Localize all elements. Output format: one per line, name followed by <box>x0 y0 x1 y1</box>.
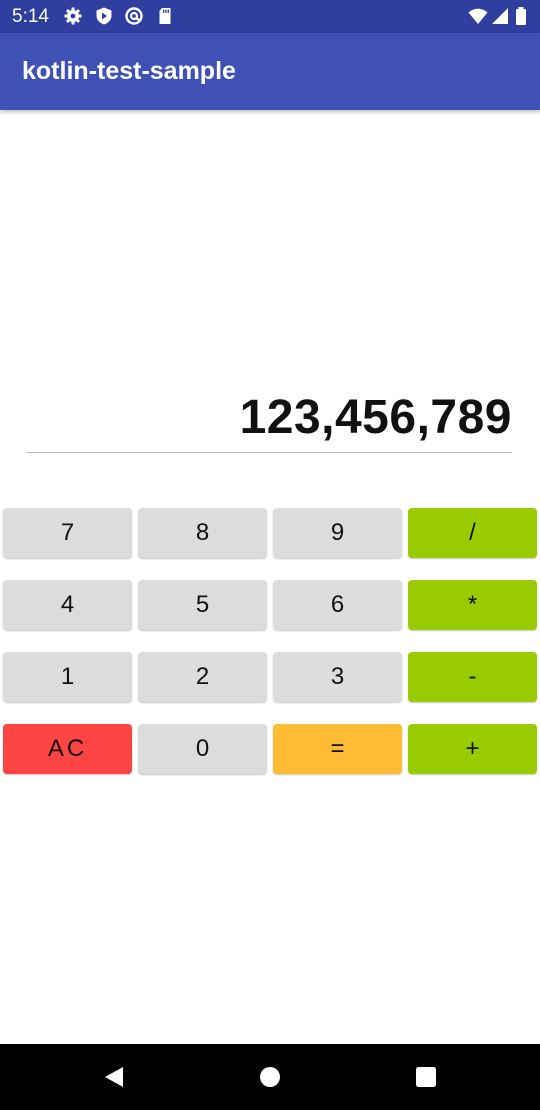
calculator-screen: 5:14 kotlin-test-sample 123,456,789 7 8 … <box>0 0 540 1110</box>
key-9[interactable]: 9 <box>273 508 402 558</box>
key-1[interactable]: 1 <box>3 652 132 702</box>
wifi-icon <box>468 6 488 26</box>
status-time: 5:14 <box>12 6 49 27</box>
app-title: kotlin-test-sample <box>22 57 236 85</box>
home-icon[interactable] <box>257 1064 283 1090</box>
key-4[interactable]: 4 <box>3 580 132 630</box>
key-0[interactable]: 0 <box>138 724 267 774</box>
key-add[interactable]: + <box>408 724 537 774</box>
key-multiply[interactable]: * <box>408 580 537 630</box>
key-clear[interactable]: AC <box>3 724 132 774</box>
key-2[interactable]: 2 <box>138 652 267 702</box>
key-subtract[interactable]: - <box>408 652 537 702</box>
key-equals[interactable]: = <box>273 724 402 774</box>
gear-icon <box>63 6 83 26</box>
sd-card-icon <box>155 6 175 26</box>
at-sign-icon <box>124 6 144 26</box>
key-6[interactable]: 6 <box>273 580 402 630</box>
key-8[interactable]: 8 <box>138 508 267 558</box>
key-7[interactable]: 7 <box>3 508 132 558</box>
shield-icon <box>94 6 114 26</box>
key-5[interactable]: 5 <box>138 580 267 630</box>
key-divide[interactable]: / <box>408 508 537 558</box>
signal-icon <box>490 6 510 26</box>
battery-icon <box>514 6 528 26</box>
app-bar: kotlin-test-sample <box>0 33 540 110</box>
result-display: 123,456,789 <box>27 380 512 453</box>
recents-icon[interactable] <box>413 1064 439 1090</box>
back-icon[interactable] <box>101 1064 127 1090</box>
display-value: 123,456,789 <box>239 391 512 444</box>
status-bar: 5:14 <box>0 0 540 33</box>
navigation-bar <box>0 1044 540 1110</box>
key-3[interactable]: 3 <box>273 652 402 702</box>
